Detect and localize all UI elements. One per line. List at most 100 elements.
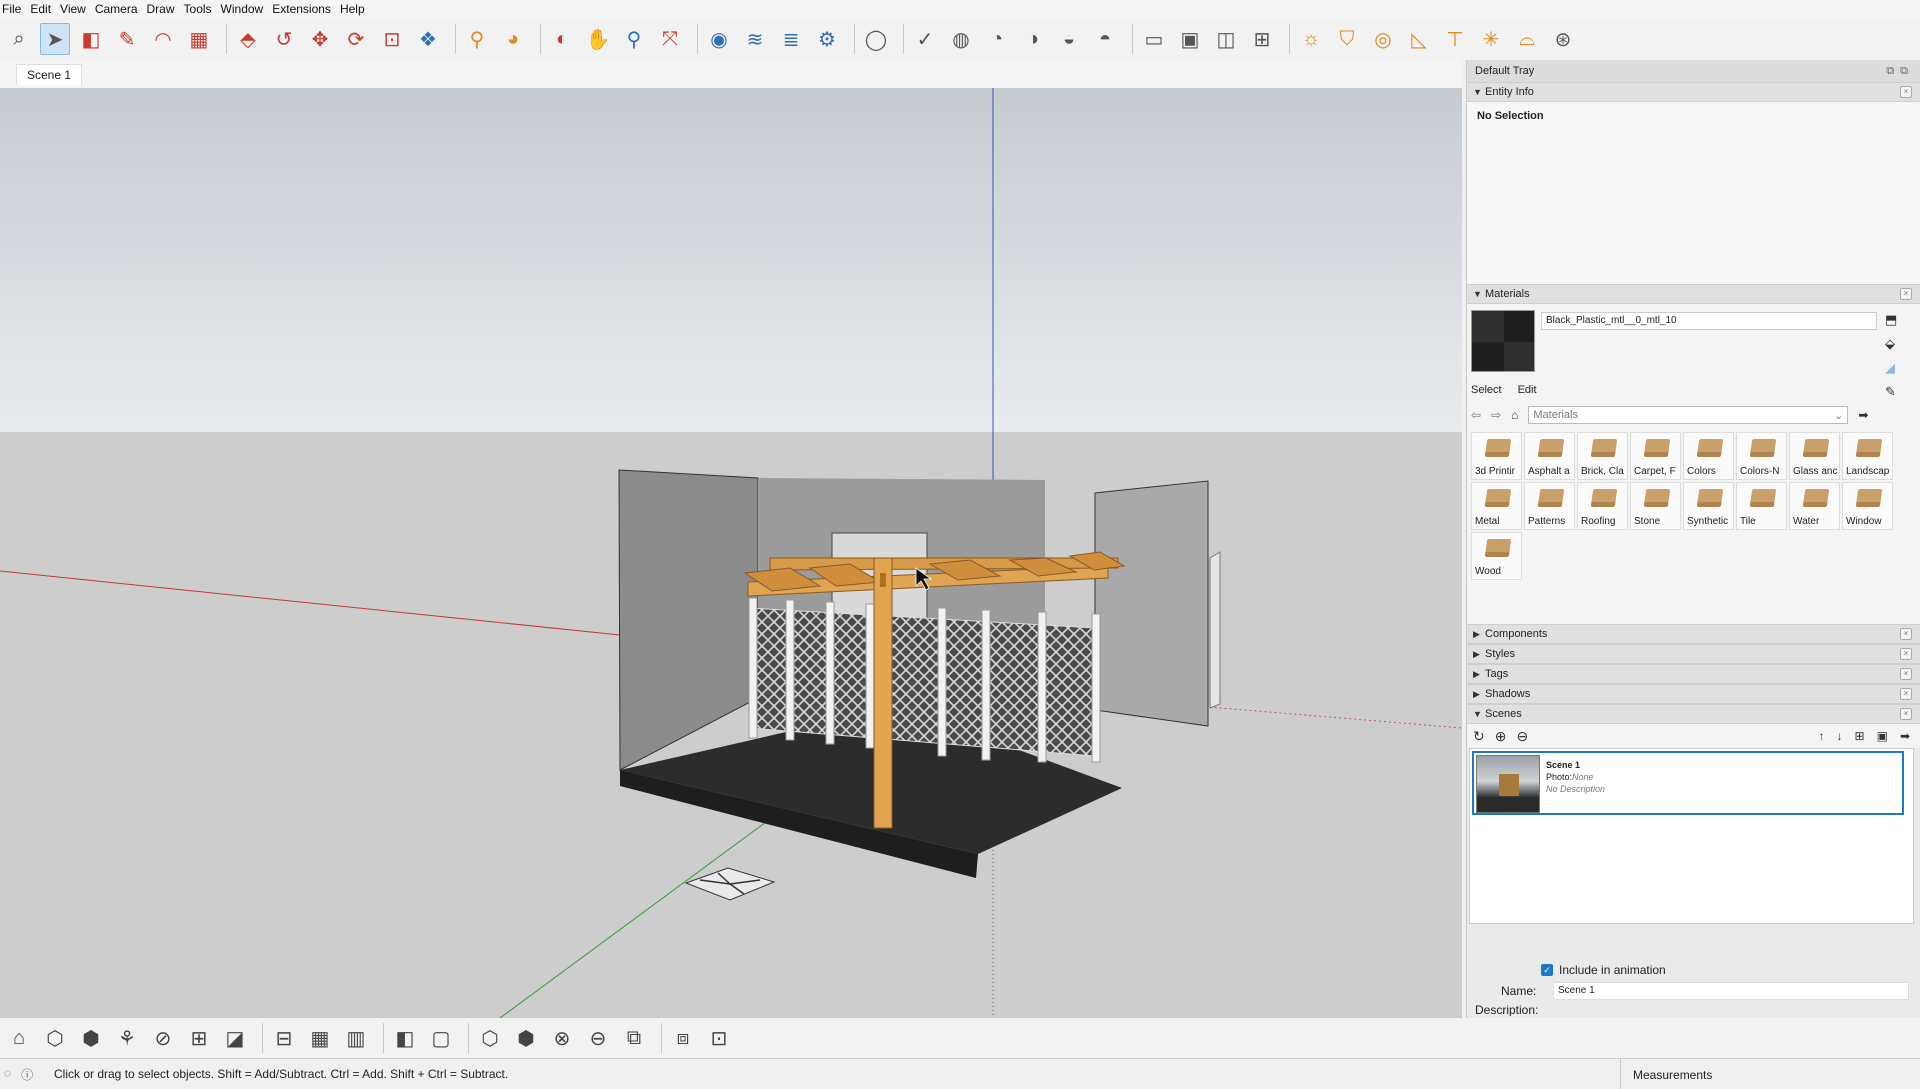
textured-icon[interactable]: ▦: [305, 1023, 335, 1053]
close-panel-icon[interactable]: ×: [1900, 288, 1912, 300]
close-panel-icon[interactable]: ×: [1900, 668, 1912, 680]
drape-icon[interactable]: ⌓: [1512, 23, 1542, 55]
top-view-icon[interactable]: ⬡: [40, 1023, 70, 1053]
menu-view[interactable]: View: [60, 2, 95, 16]
material-folder[interactable]: 3d Printir: [1471, 432, 1522, 480]
layout-icon[interactable]: ≣: [776, 23, 806, 55]
zoom-extents-icon[interactable]: ⤧: [655, 23, 685, 55]
shaded-icon[interactable]: ⊟: [269, 1023, 299, 1053]
material-folder[interactable]: Brick, Cla: [1577, 432, 1628, 480]
menu-extensions[interactable]: Extensions: [272, 2, 340, 16]
box-icon[interactable]: ▢: [426, 1023, 456, 1053]
tape-measure-icon[interactable]: ⚲: [462, 23, 492, 55]
rotate-icon[interactable]: ⟳: [341, 23, 371, 55]
subtract-icon[interactable]: ◒: [1054, 23, 1084, 55]
xray-toggle-icon[interactable]: ◧: [390, 1023, 420, 1053]
select-arrow-icon[interactable]: ➤: [40, 23, 70, 55]
monochrome-icon[interactable]: ▥: [341, 1023, 371, 1053]
material-name-field[interactable]: Black_Plastic_mtl__0_mtl_10: [1541, 312, 1877, 330]
sample-paint-icon[interactable]: ✎: [1885, 384, 1896, 400]
section-icon[interactable]: ⬢: [511, 1023, 541, 1053]
move-scene-up-icon[interactable]: ↑: [1819, 729, 1825, 743]
close-panel-icon[interactable]: ×: [1900, 648, 1912, 660]
pencil-icon[interactable]: ✎: [112, 23, 142, 55]
section-fill-icon[interactable]: ◫: [1211, 23, 1241, 55]
material-folder[interactable]: Landscap: [1842, 432, 1893, 480]
material-folder[interactable]: Water: [1789, 482, 1840, 530]
weld-icon[interactable]: ⧈: [668, 1023, 698, 1053]
union-icon[interactable]: ◑: [1018, 23, 1048, 55]
cylinder-icon[interactable]: ⊖: [583, 1023, 613, 1053]
add-scene-icon[interactable]: ⊕: [1495, 728, 1507, 745]
outer-shell-icon[interactable]: ◍: [946, 23, 976, 55]
back-arrow-icon[interactable]: ⇦: [1471, 408, 1481, 422]
tab-edit[interactable]: Edit: [1518, 384, 1537, 396]
show-details-icon[interactable]: ▣: [1877, 729, 1888, 743]
entity-info-header[interactable]: ▼ Entity Info ×: [1467, 82, 1920, 102]
material-folder[interactable]: Synthetic: [1683, 482, 1734, 530]
follow-icon[interactable]: ⧉: [619, 1023, 649, 1053]
push-pull-icon[interactable]: ⬘: [233, 23, 263, 55]
tag-icon[interactable]: ⊡: [704, 1023, 734, 1053]
forward-arrow-icon[interactable]: ⇨: [1491, 408, 1501, 422]
extension-warehouse-icon[interactable]: ≋: [740, 23, 770, 55]
material-library-select[interactable]: Materials ⌄: [1528, 406, 1849, 424]
wireframe-icon[interactable]: ⊞: [184, 1023, 214, 1053]
current-material-swatch[interactable]: [1471, 310, 1535, 372]
add-detail-icon[interactable]: ⊛: [1548, 23, 1578, 55]
sphere-icon[interactable]: ⊗: [547, 1023, 577, 1053]
section-display-icon[interactable]: ⊞: [1247, 23, 1277, 55]
scene-tab-scene-1[interactable]: Scene 1: [16, 64, 83, 85]
scale-icon[interactable]: ⊡: [377, 23, 407, 55]
extension-manager-icon[interactable]: ⚙: [812, 23, 842, 55]
stamp-icon[interactable]: ✳: [1476, 23, 1506, 55]
from-scratch-icon[interactable]: ◺: [1404, 23, 1434, 55]
scene-card[interactable]: Scene 1 Photo:None No Description: [1472, 751, 1904, 815]
create-material-icon[interactable]: ⬙: [1885, 336, 1895, 352]
measurements-box[interactable]: Measurements: [1620, 1059, 1712, 1089]
tray-pin-icon[interactable]: ⧉⧉: [1886, 65, 1914, 78]
material-folder[interactable]: Colors: [1683, 432, 1734, 480]
offset-icon[interactable]: ❖: [413, 23, 443, 55]
section-cut-icon[interactable]: ▣: [1175, 23, 1205, 55]
material-folder[interactable]: Window: [1842, 482, 1893, 530]
search-icon[interactable]: ⌕: [4, 23, 34, 55]
material-folder[interactable]: Metal: [1471, 482, 1522, 530]
menu-camera[interactable]: Camera: [95, 2, 147, 16]
material-folder[interactable]: Asphalt a: [1524, 432, 1575, 480]
iso-view-icon[interactable]: ⌂: [4, 1023, 34, 1053]
iso-box-icon[interactable]: ⬡: [475, 1023, 505, 1053]
display-secondary-icon[interactable]: ⬒: [1885, 312, 1897, 328]
menu-draw[interactable]: Draw: [147, 2, 184, 16]
rectangle-icon[interactable]: ▦: [184, 23, 214, 55]
material-folder[interactable]: Stone: [1630, 482, 1681, 530]
close-panel-icon[interactable]: ×: [1900, 688, 1912, 700]
close-panel-icon[interactable]: ×: [1900, 628, 1912, 640]
scenes-header[interactable]: ▼ Scenes ×: [1467, 704, 1920, 724]
styles-header[interactable]: ▶ Styles ×: [1467, 644, 1920, 664]
view-options-icon[interactable]: ⊞: [1855, 729, 1865, 743]
material-folder[interactable]: Tile: [1736, 482, 1787, 530]
materials-header[interactable]: ▼ Materials ×: [1467, 284, 1920, 304]
material-folder[interactable]: Roofing: [1577, 482, 1628, 530]
home-icon[interactable]: ⌂: [1511, 408, 1518, 422]
close-panel-icon[interactable]: ×: [1900, 708, 1912, 720]
material-folder[interactable]: Colors-N: [1736, 432, 1787, 480]
tab-select[interactable]: Select: [1471, 384, 1502, 396]
eraser-icon[interactable]: ◧: [76, 23, 106, 55]
3d-viewport[interactable]: [0, 88, 1462, 1018]
hidden-line-icon[interactable]: ◪: [220, 1023, 250, 1053]
menu-help[interactable]: Help: [340, 2, 374, 16]
orbit-icon[interactable]: ◐: [547, 23, 577, 55]
menu-window[interactable]: Window: [221, 2, 273, 16]
zoom-icon[interactable]: ⚲: [619, 23, 649, 55]
front-view-icon[interactable]: ⬢: [76, 1023, 106, 1053]
geo-location-icon[interactable]: ◌: [4, 1066, 11, 1083]
intersect-icon[interactable]: ◔: [982, 23, 1012, 55]
default-material-icon[interactable]: ◢: [1885, 360, 1895, 376]
account-icon[interactable]: ◯: [861, 23, 891, 55]
components-header[interactable]: ▶ Components ×: [1467, 624, 1920, 644]
smoove-icon[interactable]: ⊤: [1440, 23, 1470, 55]
menu-edit[interactable]: Edit: [30, 2, 60, 16]
menu-tools[interactable]: Tools: [184, 2, 221, 16]
